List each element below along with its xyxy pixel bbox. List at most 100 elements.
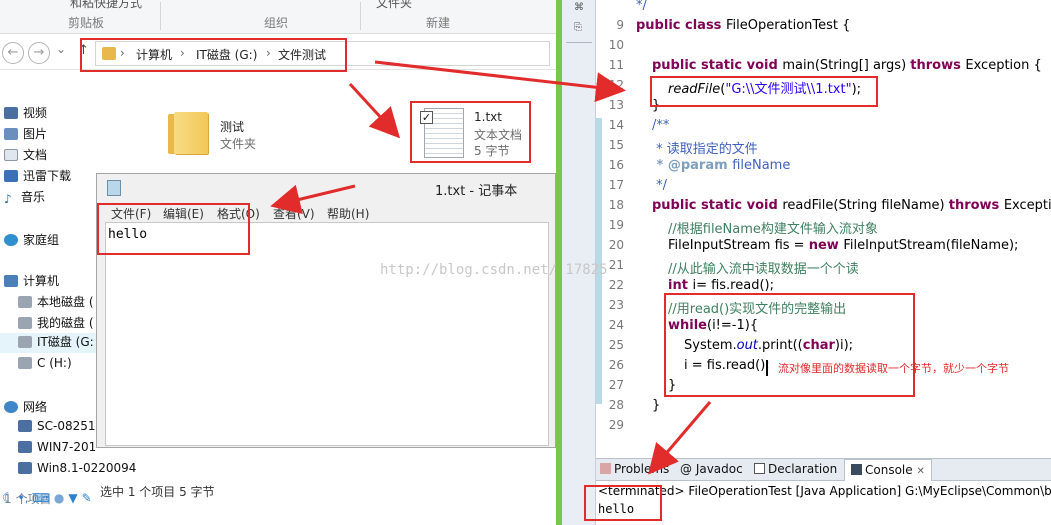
sidebar-item-network[interactable]: 网络 — [4, 398, 47, 418]
line-number: 20 — [608, 238, 624, 252]
code-line: public class FileOperationTest { — [636, 18, 851, 33]
toolbar-icon[interactable]: ⎘ — [574, 22, 582, 33]
sidebar-item-network-pc[interactable]: SC-08251 — [18, 419, 96, 439]
music-icon: ♪ — [4, 192, 12, 206]
sidebar-item-documents[interactable]: 文档 — [4, 146, 47, 166]
code-line: public static void main(String[] args) t… — [652, 58, 1042, 73]
line-number: 15 — [608, 138, 624, 152]
sidebar-item-local-disk[interactable]: 本地磁盘 ( — [18, 293, 94, 313]
shirt-icon[interactable]: ▼ — [68, 491, 77, 505]
sidebar-item-label: 文档 — [23, 148, 48, 162]
line-number: 9 — [616, 18, 624, 32]
sidebar-item-c-drive[interactable]: C (H:) — [18, 356, 72, 376]
line-number: 19 — [608, 218, 624, 232]
sidebar-item-homegroup[interactable]: 家庭组 — [4, 231, 59, 251]
pc-icon — [18, 441, 32, 453]
tab-declaration[interactable]: Declaration — [754, 462, 837, 476]
sidebar-item-computer[interactable]: 计算机 — [4, 272, 59, 292]
code-comment: */ — [652, 178, 668, 193]
documents-icon — [4, 149, 18, 161]
moon-icon[interactable]: ☾ — [2, 491, 14, 506]
sidebar-item-label: Win8.1-0220094 — [37, 461, 137, 475]
problems-icon — [600, 463, 611, 474]
forward-button[interactable]: → — [28, 42, 50, 64]
ribbon-group-new: 新建 — [426, 16, 451, 30]
toolbar-separator — [566, 42, 592, 43]
pc-icon — [18, 462, 32, 474]
file-type: 文件夹 — [220, 137, 257, 151]
sidebar-item-label: SC-08251 — [37, 419, 96, 433]
drive-icon — [18, 336, 32, 348]
line-number: 10 — [608, 38, 624, 52]
ribbon-new-folder[interactable]: 文件夹 — [376, 0, 412, 11]
drive-icon — [18, 357, 32, 369]
sidebar-item-network-pc[interactable]: Win8.1-0220094 — [18, 461, 136, 481]
line-number: 11 — [608, 58, 624, 72]
folder-icon[interactable] — [168, 110, 208, 154]
drive-icon — [18, 317, 32, 329]
line-number-gutter: 9 10 11 12 13 14 15 16 17 18 19 20 21 22… — [596, 0, 628, 455]
annotation-box-loop — [664, 293, 915, 397]
navigation-pane: 视频 图片 文档 迅雷下载 ♪ 音乐 家庭组 计算机 本地磁盘 ( 我的磁盘 ( … — [0, 96, 136, 486]
tab-javadoc[interactable]: @ Javadoc — [680, 462, 743, 476]
sidebar-item-label: C (H:) — [37, 356, 72, 370]
menu-help[interactable]: 帮助(H) — [327, 205, 369, 222]
punctuation-icon[interactable]: •, — [18, 491, 29, 505]
title-bar[interactable]: 1.txt - 记事本 — [97, 174, 555, 202]
ime-toolbar: ☾ •, ⌨ ● ▼ ✎ — [0, 490, 124, 506]
sidebar-item-label: 本地磁盘 ( — [37, 295, 94, 309]
sidebar-item-network-pc[interactable]: WIN7-201 — [18, 440, 96, 460]
line-number: 28 — [608, 398, 624, 412]
annotation-box-file — [410, 101, 531, 163]
sidebar-item-label: 音乐 — [21, 190, 46, 204]
keyboard-icon[interactable]: ⌨ — [33, 491, 50, 505]
declaration-icon — [754, 463, 765, 474]
sidebar-item-label: 计算机 — [23, 274, 60, 288]
network-icon — [4, 401, 18, 413]
view-tabs: Problems @ Javadoc Declaration Console ✕ — [596, 459, 1051, 481]
annotation-box-address — [80, 38, 347, 72]
user-icon[interactable]: ● — [54, 491, 64, 505]
ribbon-group-organize: 组织 — [264, 16, 289, 30]
line-number: 26 — [608, 358, 624, 372]
ribbon-group-clipboard: 剪贴板 — [68, 16, 105, 30]
text-editor[interactable]: hello — [105, 222, 549, 446]
sidebar-item-label: WIN7-201 — [37, 440, 97, 454]
sidebar-item-videos[interactable]: 视频 — [4, 104, 47, 124]
file-name[interactable]: 测试 — [220, 118, 244, 135]
menu-view[interactable]: 查看(V) — [273, 205, 315, 222]
sidebar-item-thunder-downloads[interactable]: 迅雷下载 — [4, 167, 71, 187]
video-icon — [4, 107, 18, 119]
console-icon — [851, 464, 862, 475]
console-header: <terminated> FileOperationTest [Java App… — [598, 484, 1051, 498]
notepad-icon — [107, 180, 121, 196]
back-button[interactable]: ← — [2, 42, 24, 64]
line-number: 22 — [608, 278, 624, 292]
ribbon-paste-shortcut[interactable]: 和粘快捷方式 — [70, 0, 142, 11]
code-comment: * @param fileName — [652, 158, 791, 173]
ribbon-separator — [160, 2, 161, 30]
close-icon[interactable]: ✕ — [916, 466, 924, 477]
watermark: http://blog.csdn.net/ 17825 — [380, 262, 608, 278]
sidebar-item-pictures[interactable]: 图片 — [4, 125, 47, 145]
code-comment: //从此输入流中读取数据一个个读 — [668, 262, 859, 277]
toolbar-icon[interactable]: ⌘ — [574, 2, 584, 13]
code-line: public static void readFile(String fileN… — [652, 198, 1051, 213]
sidebar-item-it-disk[interactable]: IT磁盘 (G: — [0, 333, 104, 353]
sidebar-item-my-disk[interactable]: 我的磁盘 ( — [18, 314, 94, 334]
code-comment: /** — [652, 118, 670, 133]
recent-locations-dropdown-icon[interactable]: ⌄ — [56, 42, 66, 56]
status-bar: 1 个项目 选中 1 个项目 5 字节 ☾ •, ⌨ ● ▼ ✎ — [0, 480, 556, 525]
line-number: 18 — [608, 198, 624, 212]
tab-console[interactable]: Console ✕ — [844, 459, 932, 481]
line-number: 27 — [608, 378, 624, 392]
tab-problems[interactable]: Problems — [600, 462, 669, 476]
wrench-icon[interactable]: ✎ — [82, 491, 92, 505]
line-number: 29 — [608, 418, 624, 432]
sidebar-item-label: IT磁盘 (G: — [37, 335, 94, 349]
sidebar-item-music[interactable]: ♪ 音乐 — [4, 188, 45, 208]
download-icon — [4, 170, 18, 182]
line-number: 14 — [608, 118, 624, 132]
ribbon: 和粘快捷方式 文件夹 剪贴板 组织 新建 — [0, 0, 556, 34]
sidebar-item-label: 视频 — [23, 106, 48, 120]
